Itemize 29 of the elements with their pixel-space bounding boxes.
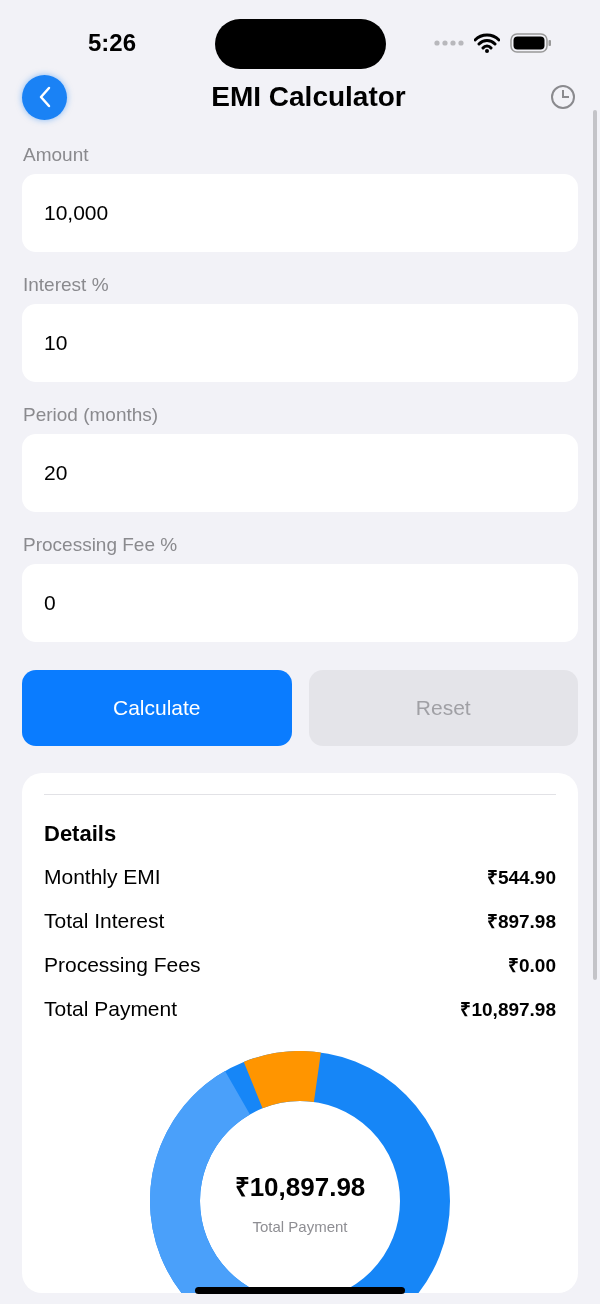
wifi-icon: [474, 33, 500, 53]
chevron-left-icon: [37, 86, 52, 108]
input-field[interactable]: 10: [22, 304, 578, 382]
detail-value: ₹10,897.98: [460, 998, 556, 1022]
detail-value: ₹0.00: [508, 954, 556, 978]
input-field[interactable]: 10,000: [22, 174, 578, 252]
clock-icon: [550, 84, 576, 110]
details-title: Details: [44, 821, 118, 847]
total-amount: ₹10,897.98: [234, 1170, 366, 1204]
field-label: Processing Fee %: [22, 534, 179, 556]
detail-label: Processing Fees: [44, 953, 201, 977]
field-label: Amount: [22, 144, 90, 166]
detail-label: Total Interest: [44, 909, 165, 933]
calculate-button[interactable]: Calculate: [22, 670, 292, 746]
detail-value: ₹897.98: [486, 910, 556, 934]
nav-title: EMI Calculator: [211, 81, 406, 113]
detail-value: ₹544.90: [486, 866, 556, 890]
battery-icon: [510, 33, 552, 53]
input-field[interactable]: 20: [22, 434, 578, 512]
status-time: 5:26: [88, 29, 137, 57]
back-button[interactable]: [22, 74, 67, 120]
field-label: Interest %: [22, 274, 110, 296]
history-button[interactable]: [550, 84, 576, 110]
field-label: Period (months): [22, 404, 160, 426]
input-field[interactable]: 0: [22, 564, 578, 642]
total-caption: Total Payment: [252, 1217, 348, 1235]
detail-label: Monthly EMI: [44, 865, 161, 889]
detail-label: Total Payment: [44, 997, 178, 1021]
signal-icon: [434, 40, 464, 46]
